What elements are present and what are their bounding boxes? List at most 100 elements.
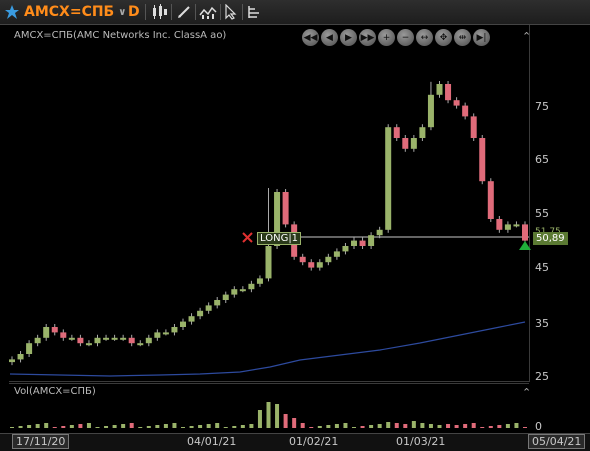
candle-body <box>43 327 50 338</box>
candle-body <box>51 327 58 333</box>
x-label: 01/02/21 <box>289 435 339 448</box>
volume-bar <box>394 423 399 428</box>
candle-body <box>470 116 477 138</box>
volume-bar <box>129 423 134 428</box>
candle-body <box>427 94 434 128</box>
candle-body <box>239 289 246 292</box>
candle-body <box>316 262 323 268</box>
volume-bar <box>223 427 228 428</box>
candle-body <box>342 246 349 252</box>
volume-bar <box>403 424 408 428</box>
volume-bar <box>232 426 237 428</box>
candle-body <box>77 337 84 344</box>
volume-bar <box>206 424 211 428</box>
candle-body <box>188 316 195 322</box>
volume-bar <box>360 426 365 428</box>
volume-bar <box>300 423 305 428</box>
price-tick: 75 <box>535 100 549 113</box>
volume-bar <box>428 424 433 428</box>
volume-bar <box>446 424 451 428</box>
candle-body <box>333 251 340 257</box>
time-axis[interactable]: 17/11/20 04/01/21 01/02/21 01/03/21 05/0… <box>0 433 590 451</box>
candle-body <box>256 278 263 284</box>
volume-bar <box>18 426 23 428</box>
candle-body <box>299 256 306 263</box>
volume-bar <box>104 426 109 428</box>
candle-body <box>248 283 255 290</box>
volume-bar <box>480 427 485 428</box>
candle-body <box>180 321 186 327</box>
volume-bar <box>35 424 40 428</box>
candle-body <box>325 256 332 263</box>
x-label-end: 05/04/21 <box>528 434 586 449</box>
candle-body <box>17 354 24 360</box>
candle-body <box>496 219 503 230</box>
volume-tick: 0 <box>535 420 542 433</box>
volume-bar <box>514 423 519 428</box>
candle-body <box>479 138 486 182</box>
volume-bar <box>198 425 203 428</box>
candle-body <box>34 337 41 344</box>
candle-body <box>368 235 375 246</box>
volume-bar <box>10 427 14 428</box>
volume-bar <box>146 426 151 428</box>
candle-body <box>376 229 383 236</box>
candle-body <box>171 327 178 333</box>
volume-bar <box>471 423 476 428</box>
candle-body <box>393 127 400 138</box>
chart-canvas <box>9 81 531 428</box>
volume-bar <box>172 423 177 428</box>
volume-bar <box>488 426 493 428</box>
position-label[interactable]: LONG|1 <box>257 232 302 245</box>
volume-bar <box>454 425 459 428</box>
volume-bar <box>497 425 502 428</box>
volume-bar <box>505 424 510 428</box>
moving-average-line <box>9 321 526 377</box>
volume-bar <box>121 424 126 428</box>
volume-bar <box>275 404 280 428</box>
volume-bar <box>437 425 442 428</box>
volume-bar <box>181 427 185 428</box>
volume-bar <box>163 424 168 428</box>
candle-body <box>222 294 229 300</box>
volume-bar <box>61 426 66 428</box>
candle-body <box>214 300 221 306</box>
candle-body <box>111 337 118 340</box>
candle-body <box>94 337 101 344</box>
volume-bar <box>189 426 194 428</box>
candle-body <box>282 192 289 225</box>
candle-body <box>402 138 409 149</box>
candle-body <box>162 332 169 335</box>
candle-body <box>128 337 135 344</box>
volume-bar <box>369 425 374 428</box>
candle-body <box>145 337 152 344</box>
candle-body <box>359 240 366 246</box>
volume-bar <box>95 427 100 428</box>
volume-bar <box>257 410 262 428</box>
candle-body <box>103 337 110 340</box>
volume-bar <box>52 427 57 428</box>
price-tick: 45 <box>535 261 549 274</box>
volume-bar <box>78 424 83 428</box>
candle-body <box>60 332 67 338</box>
volume-bar <box>266 402 271 428</box>
volume-bar <box>411 421 416 428</box>
candle-body <box>137 343 144 346</box>
candle-body <box>462 105 469 117</box>
price-tick: 25 <box>535 370 549 383</box>
candle-body <box>197 310 204 317</box>
candle-body <box>68 337 75 340</box>
entry-marker-icon <box>242 232 253 243</box>
volume-bar <box>523 427 527 428</box>
price-tick: 65 <box>535 153 549 166</box>
volume-bar <box>386 422 391 428</box>
candle-body <box>385 127 392 230</box>
candle-body <box>154 332 161 338</box>
volume-bar <box>377 424 382 428</box>
volume-bar <box>44 423 49 428</box>
volume-bar <box>155 425 160 428</box>
candle-body <box>453 100 460 106</box>
price-tick: 35 <box>535 317 549 330</box>
candlesticks <box>9 81 528 366</box>
candle-body <box>351 240 357 246</box>
